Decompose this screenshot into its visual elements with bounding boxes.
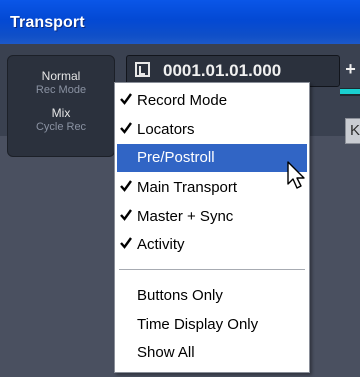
menu-item-label: Main Transport [137,179,238,196]
activity-meter [340,88,360,96]
menu-item-label: Master + Sync [137,208,234,225]
record-mode-value[interactable]: Normal [8,69,114,83]
locator-icon[interactable] [135,62,150,77]
menu-item-label: Pre/Postroll [137,149,215,166]
menu-item-main-transport[interactable]: Main Transport [117,174,307,202]
k-button[interactable]: K [345,118,360,144]
expand-button[interactable]: + [341,55,360,85]
mouse-pointer-icon [287,161,305,189]
transport-window: Transport Normal Rec Mode Mix Cycle Rec … [0,0,360,377]
menu-item-master-sync[interactable]: Master + Sync [117,203,307,231]
menu-item-label: Activity [137,236,185,253]
menu-item-label: Show All [137,344,195,361]
record-mode-box[interactable]: Normal Rec Mode Mix Cycle Rec [7,55,115,157]
menu-item-locators[interactable]: Locators [117,116,307,144]
menu-item-label: Time Display Only [137,316,259,333]
checkmark-icon [120,209,132,221]
time-display-value: 0001.01.01.000 [163,61,282,80]
menu-item-label: Locators [137,121,195,138]
title-bar[interactable]: Transport [0,0,360,44]
activity-meter-fill [340,89,360,94]
context-menu: Record Mode Locators Pre/Postroll Main T… [114,82,310,373]
window-title: Transport [10,14,85,31]
menu-item-activity[interactable]: Activity [117,231,307,259]
menu-item-buttons-only[interactable]: Buttons Only [117,282,307,310]
record-mode-label: Rec Mode [35,84,87,96]
cycle-mode-label: Cycle Rec [35,121,87,133]
menu-item-record-mode[interactable]: Record Mode [117,87,307,115]
checkmark-icon [120,122,132,134]
checkmark-icon [120,237,132,249]
menu-item-label: Record Mode [137,92,228,109]
checkmark-icon [120,93,132,105]
menu-item-pre-postroll[interactable]: Pre/Postroll [117,144,307,172]
menu-item-label: Buttons Only [137,287,223,304]
menu-item-show-all[interactable]: Show All [117,339,307,367]
checkmark-icon [120,180,132,192]
cycle-mode-value[interactable]: Mix [8,106,114,120]
menu-separator [119,269,305,271]
menu-item-time-display-only[interactable]: Time Display Only [117,311,307,339]
